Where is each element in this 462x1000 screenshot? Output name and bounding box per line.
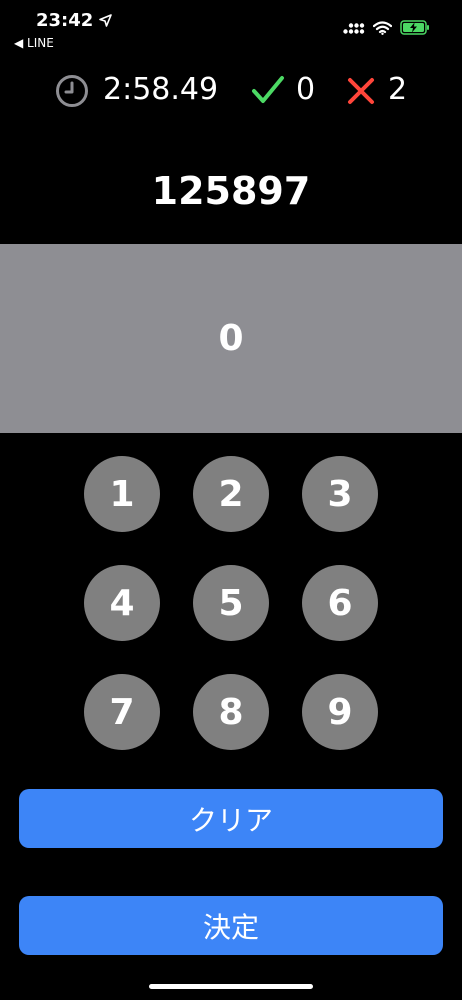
status-time-text: 23:42 <box>36 10 94 31</box>
key-1[interactable]: 1 <box>84 456 160 532</box>
home-indicator[interactable] <box>149 984 313 989</box>
target-number: 125897 <box>151 169 311 213</box>
stats-row: 2:58.49 0 2 <box>0 68 462 114</box>
cross-icon <box>347 77 375 109</box>
location-arrow-icon <box>99 14 113 27</box>
key-6[interactable]: 6 <box>302 565 378 641</box>
key-2[interactable]: 2 <box>193 456 269 532</box>
wifi-icon <box>373 20 392 35</box>
key-4[interactable]: 4 <box>84 565 160 641</box>
key-3[interactable]: 3 <box>302 456 378 532</box>
key-8[interactable]: 8 <box>193 674 269 750</box>
status-time: 23:42 <box>36 10 113 31</box>
submit-button[interactable]: 決定 <box>19 896 443 955</box>
timer-value: 2:58.49 <box>103 72 219 107</box>
back-to-app-link[interactable]: ◀ LINE <box>14 36 54 50</box>
key-7[interactable]: 7 <box>84 674 160 750</box>
battery-charging-icon <box>400 20 430 35</box>
status-indicators <box>343 20 430 35</box>
clear-button[interactable]: クリア <box>19 789 443 848</box>
key-5[interactable]: 5 <box>193 565 269 641</box>
check-icon <box>251 75 285 109</box>
key-9[interactable]: 9 <box>302 674 378 750</box>
input-value: 0 <box>218 318 244 359</box>
clock-icon <box>55 74 89 112</box>
wrong-count: 2 <box>388 72 408 107</box>
number-keypad: 1 2 3 4 5 6 7 8 9 <box>84 456 378 750</box>
cellular-signal-icon <box>343 21 365 34</box>
input-display: 0 <box>0 244 462 433</box>
correct-count: 0 <box>296 72 316 107</box>
